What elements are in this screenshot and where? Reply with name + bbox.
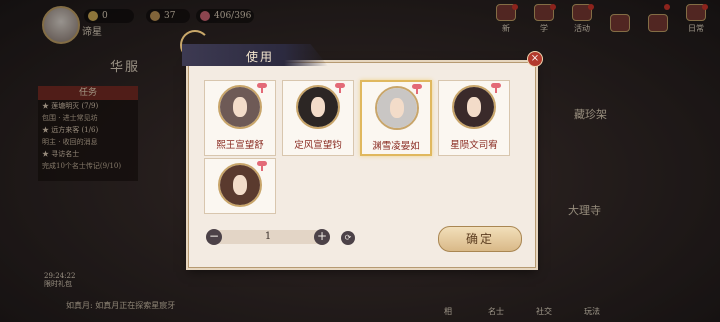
character-name: 渊雪凌晏如: [372, 141, 420, 152]
quantity-value[interactable]: 1: [206, 230, 330, 244]
character-portrait: [452, 85, 496, 129]
character-card-2[interactable]: 渊雪凌晏如: [360, 80, 432, 156]
confirm-button[interactable]: 确定: [438, 226, 522, 252]
dialog-title: 使用: [246, 50, 275, 64]
knot-icon: [257, 83, 267, 93]
face: [233, 97, 247, 117]
knot-icon: [257, 161, 267, 171]
character-card-4[interactable]: [204, 158, 276, 214]
character-portrait: [218, 85, 262, 129]
character-name: 熙王宣望舒: [216, 140, 264, 151]
character-name: 星陨文司宥: [450, 140, 498, 151]
character-card-0[interactable]: 熙王宣望舒: [204, 80, 276, 156]
face: [233, 175, 247, 195]
character-card-1[interactable]: 定风宣望钧: [282, 80, 354, 156]
knot-icon: [335, 83, 345, 93]
quantity-stepper: − 1 +: [206, 229, 330, 245]
character-name: 定风宣望钧: [294, 140, 342, 151]
character-card-3[interactable]: 星陨文司宥: [438, 80, 510, 156]
knot-icon: [491, 83, 501, 93]
face: [390, 98, 404, 118]
character-portrait: [218, 163, 262, 207]
face: [467, 97, 481, 117]
close-button[interactable]: ×: [527, 51, 543, 67]
knot-icon: [412, 84, 422, 94]
face: [311, 97, 325, 117]
max-quantity-icon[interactable]: ⟳: [341, 231, 355, 245]
plus-button[interactable]: +: [314, 229, 330, 245]
character-portrait: [296, 85, 340, 129]
